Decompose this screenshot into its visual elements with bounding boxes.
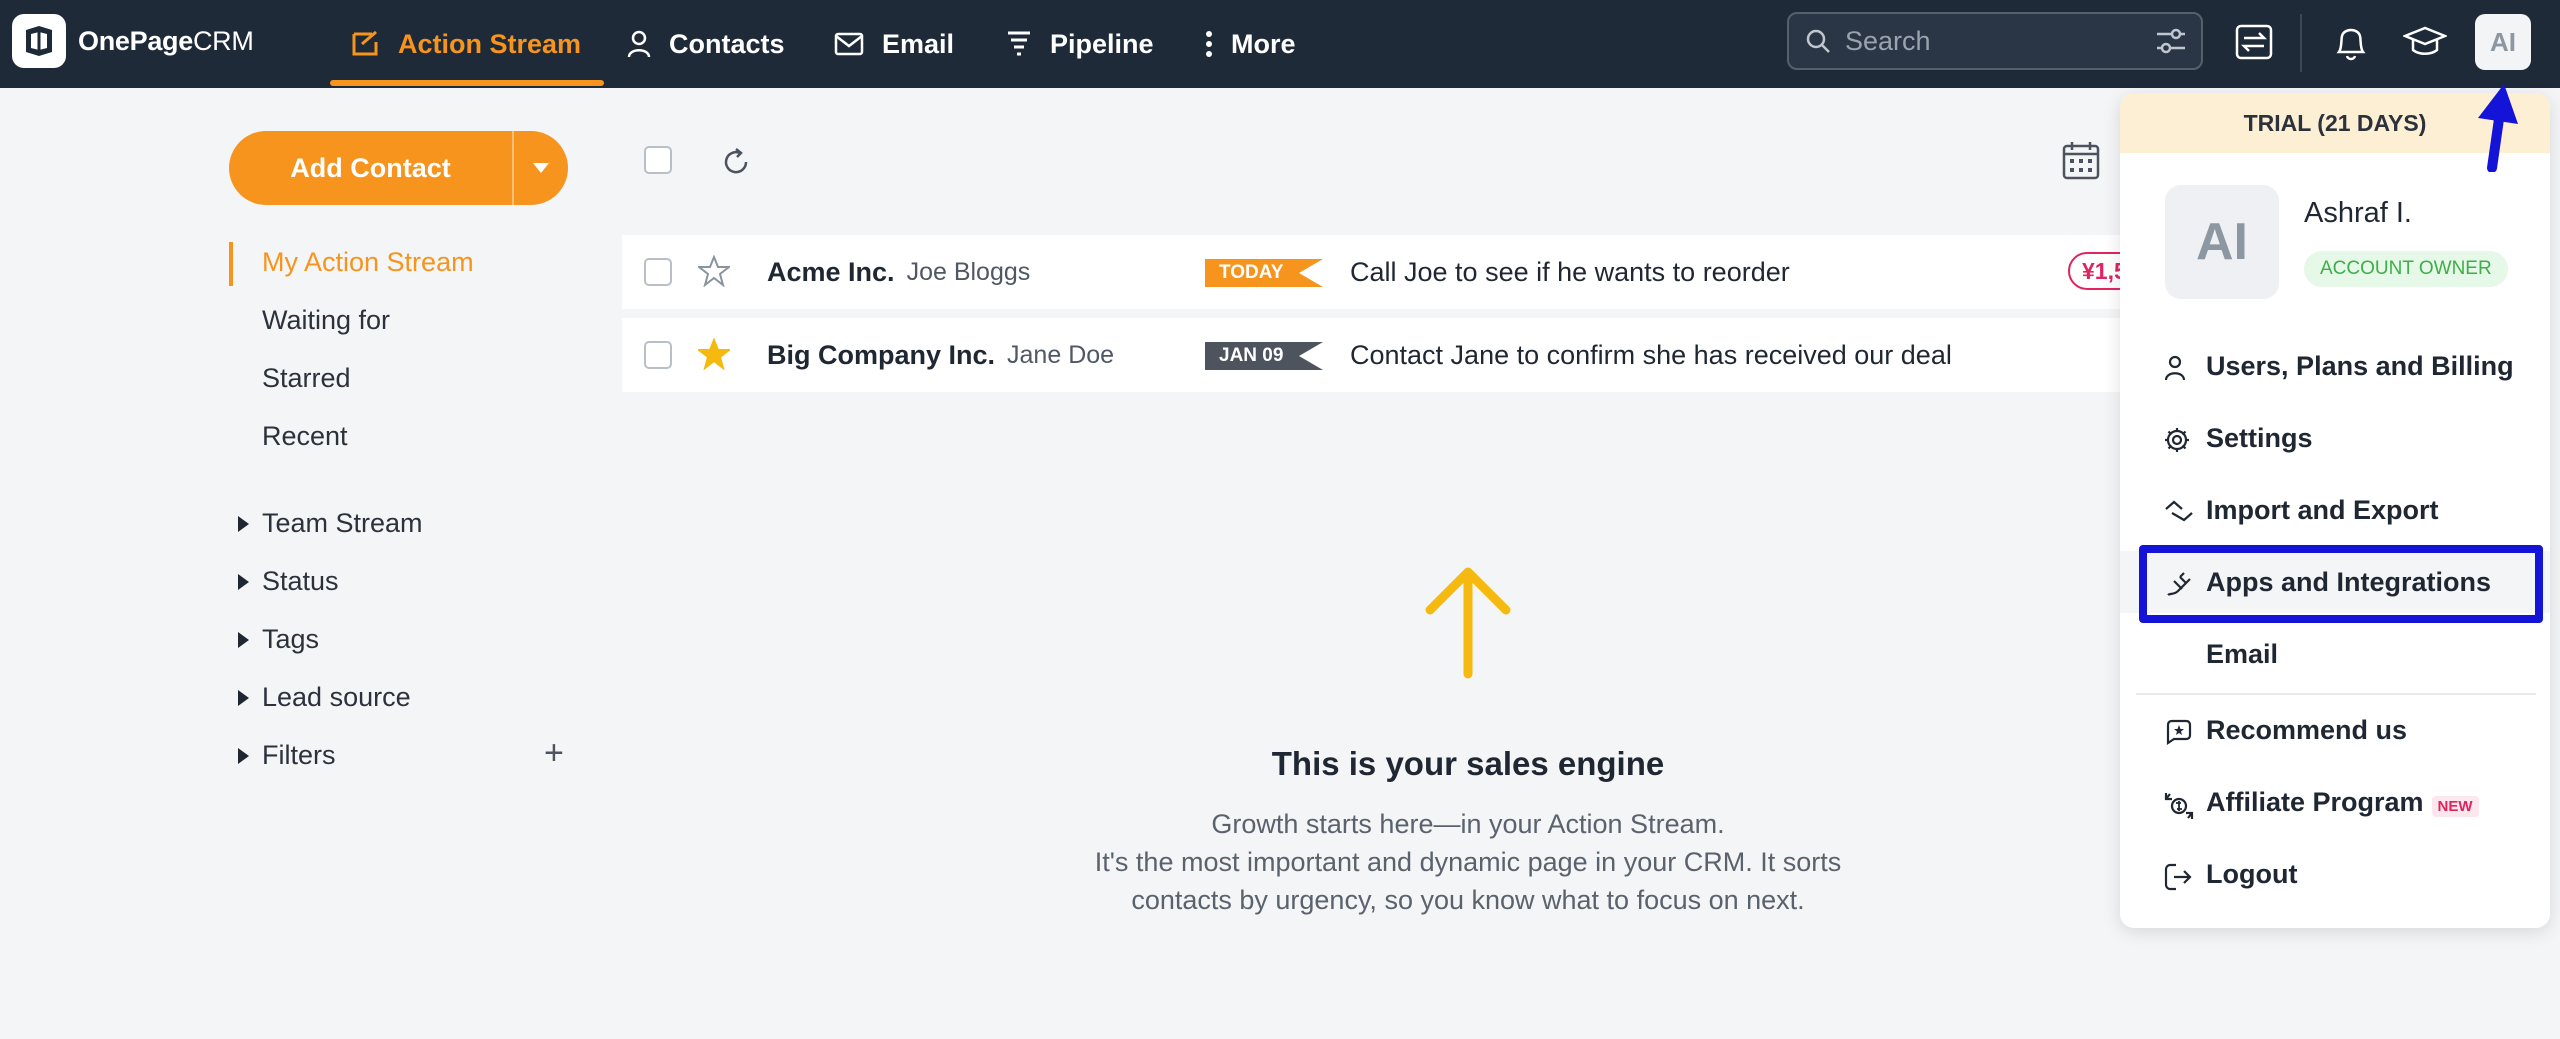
row-checkbox[interactable] — [644, 341, 672, 369]
next-action-text[interactable]: Call Joe to see if he wants to reorder — [1350, 235, 1790, 309]
menu-email[interactable]: Email — [2120, 623, 2550, 685]
quick-switch-icon[interactable] — [2234, 20, 2274, 64]
expand-triangle-icon — [238, 747, 249, 764]
menu-settings[interactable]: Settings — [2120, 407, 2550, 469]
money-cycle-icon — [2164, 793, 2194, 819]
envelope-icon — [834, 32, 864, 56]
gear-icon — [2165, 428, 2189, 452]
search-icon — [1806, 29, 1830, 53]
sidebar-my-action-stream[interactable]: My Action Stream — [262, 247, 474, 278]
pointer-arrow-icon — [2478, 84, 2518, 172]
row-checkbox[interactable] — [644, 258, 672, 286]
highlight-box — [2139, 545, 2543, 623]
arrow-up-icon — [1425, 567, 1511, 679]
logo-text: OnePageCRM — [78, 25, 254, 56]
select-all-checkbox[interactable] — [644, 146, 672, 174]
graduation-cap-icon[interactable] — [2403, 20, 2447, 64]
caret-down-icon — [533, 163, 549, 173]
sidebar-filters[interactable]: Filters — [238, 740, 336, 771]
sidebar-status[interactable]: Status — [238, 566, 339, 597]
action-row[interactable]: Acme Inc. Joe Bloggs TODAY Call Joe to se… — [622, 235, 2122, 309]
menu-import-export[interactable]: Import and Export — [2120, 479, 2550, 541]
nav-email[interactable]: Email — [834, 0, 954, 88]
account-owner-badge: ACCOUNT OWNER — [2304, 251, 2508, 287]
user-avatar-button[interactable]: AI — [2475, 14, 2531, 70]
filter-sliders-icon[interactable] — [2155, 26, 2187, 56]
logo-icon — [12, 14, 66, 68]
recommend-star-icon — [2166, 719, 2192, 746]
company-name[interactable]: Big Company Inc. Jane Doe — [767, 318, 1114, 392]
expand-triangle-icon — [238, 631, 249, 648]
funnel-icon — [1008, 31, 1030, 56]
person-icon — [2164, 355, 2186, 381]
more-vertical-icon — [1206, 31, 1212, 57]
due-tag-today: TODAY — [1205, 259, 1324, 287]
empty-state-title: This is your sales engine — [1271, 745, 1665, 782]
active-view-indicator — [229, 242, 233, 286]
search-input[interactable] — [1845, 24, 2135, 58]
expand-triangle-icon — [238, 515, 249, 532]
add-contact-dropdown[interactable] — [514, 131, 568, 205]
sidebar-waiting-for[interactable]: Waiting for — [262, 305, 390, 336]
exchange-arrows-icon — [2165, 500, 2193, 522]
action-row[interactable]: Big Company Inc. Jane Doe JAN 09 Contact … — [622, 318, 2122, 392]
sidebar-team-stream[interactable]: Team Stream — [238, 508, 423, 539]
menu-divider — [2136, 693, 2536, 695]
menu-recommend-us[interactable]: Recommend us — [2120, 699, 2550, 761]
calendar-icon[interactable] — [2062, 140, 2100, 180]
star-filled-icon[interactable] — [698, 338, 730, 370]
nav-action-stream[interactable]: Action Stream — [350, 0, 581, 88]
contact-name[interactable]: Joe Bloggs — [907, 258, 1031, 287]
sidebar-starred[interactable]: Starred — [262, 363, 351, 394]
action-stream-icon — [352, 30, 378, 56]
nav-divider — [2300, 14, 2302, 72]
nav-active-indicator — [330, 80, 604, 86]
contact-name[interactable]: Jane Doe — [1007, 341, 1114, 370]
user-menu-dropdown: TRIAL (21 DAYS) AI Ashraf I. ACCOUNT OWN… — [2120, 93, 2550, 928]
company-name[interactable]: Acme Inc. Joe Bloggs — [767, 235, 1030, 309]
sidebar-lead-source[interactable]: Lead source — [238, 682, 411, 713]
menu-logout[interactable]: Logout — [2120, 843, 2550, 905]
refresh-icon[interactable] — [720, 146, 752, 178]
add-contact-button-group: Add Contact — [229, 131, 568, 205]
empty-state-description: Growth starts here—in your Action Stream… — [1094, 809, 1842, 915]
person-icon — [627, 30, 651, 58]
sidebar-tags[interactable]: Tags — [238, 624, 319, 655]
search-box — [1787, 12, 2203, 70]
nav-more[interactable]: More — [1205, 0, 1296, 88]
user-avatar: AI — [2165, 185, 2279, 299]
next-action-text[interactable]: Contact Jane to confirm she has received… — [1350, 318, 1952, 392]
add-contact-button[interactable]: Add Contact — [229, 131, 514, 205]
nav-pipeline[interactable]: Pipeline — [1006, 0, 1154, 88]
onepagecrm-logo[interactable]: OnePageCRM — [12, 14, 254, 68]
sidebar-recent[interactable]: Recent — [262, 421, 348, 452]
star-outline-icon[interactable] — [698, 255, 730, 287]
expand-triangle-icon — [238, 689, 249, 706]
menu-users-plans-billing[interactable]: Users, Plans and Billing — [2120, 335, 2550, 397]
user-name: Ashraf I. — [2304, 197, 2412, 229]
logout-icon — [2164, 863, 2192, 891]
top-navigation-bar: OnePageCRM Action Stream Contacts Email … — [0, 0, 2560, 88]
add-filter-plus-icon[interactable]: + — [544, 736, 564, 770]
nav-contacts[interactable]: Contacts — [627, 0, 785, 88]
due-tag-date: JAN 09 — [1205, 342, 1324, 370]
new-badge: NEW — [2431, 795, 2479, 817]
bell-icon[interactable] — [2333, 20, 2369, 64]
menu-affiliate-program[interactable]: Affiliate Program NEW — [2120, 771, 2550, 833]
expand-triangle-icon — [238, 573, 249, 590]
